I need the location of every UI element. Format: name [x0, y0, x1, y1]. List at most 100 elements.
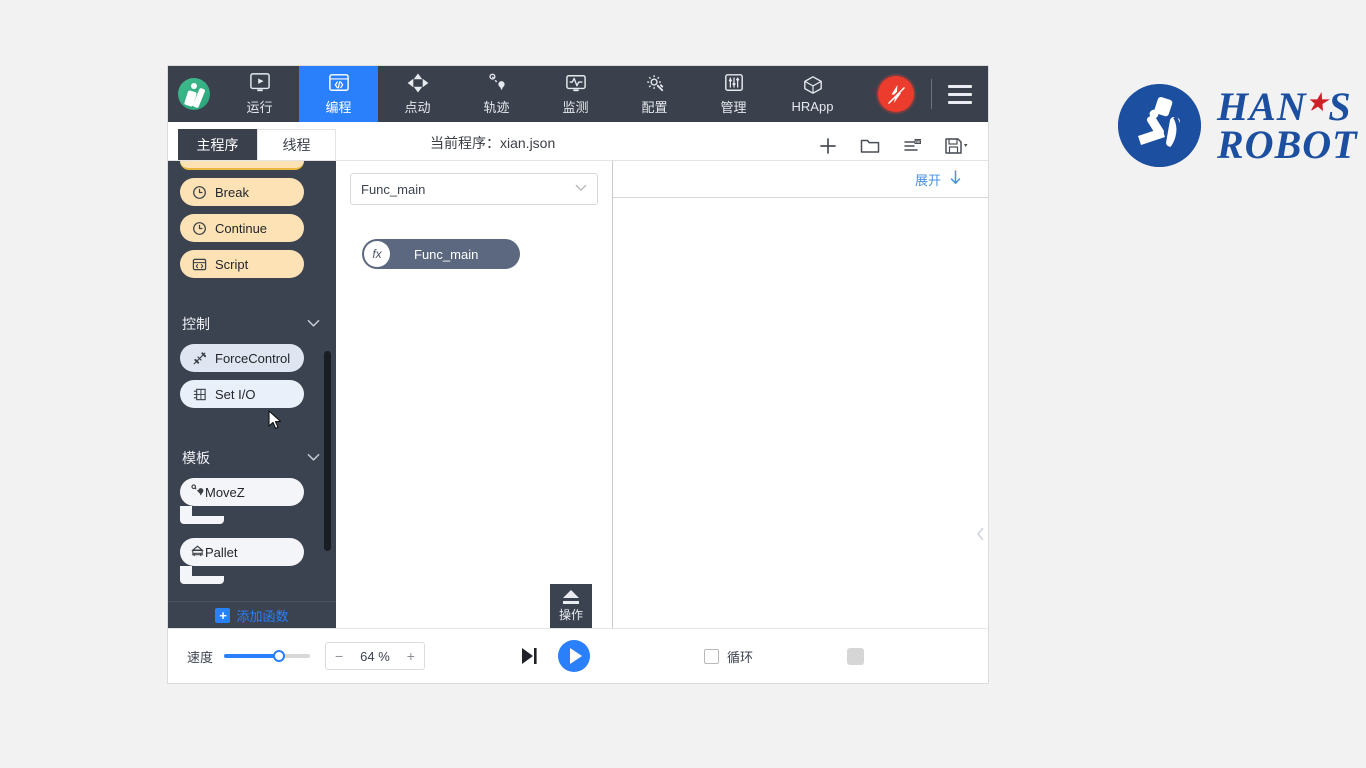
hans-robot-logo: HAN★S ROBOT: [1118, 84, 1358, 167]
palette-block-script[interactable]: Script: [180, 250, 304, 278]
jog-icon: [407, 72, 429, 94]
palette-block-break-label: Break: [215, 184, 249, 200]
block-palette: Break Continue Script 控制 ForceControl Se…: [168, 161, 336, 628]
nav-item-program-label: 编程: [325, 100, 352, 115]
nav-item-config[interactable]: 配置: [615, 66, 694, 122]
palette-scrollbar[interactable]: [324, 351, 331, 551]
palette-block-forcecontrol-label: ForceControl: [215, 350, 291, 366]
step-forward-button[interactable]: [518, 645, 540, 667]
save-button[interactable]: [944, 137, 970, 155]
nav-item-run-label: 运行: [246, 100, 273, 115]
program-canvas: Func_main fx Func_main 操作: [336, 161, 613, 628]
speed-stepper: − 64 % +: [325, 642, 425, 670]
nav-item-jog[interactable]: 点动: [378, 66, 457, 122]
chevron-down-icon: [307, 451, 320, 465]
palette-block-set-io-label: Set I/O: [215, 386, 256, 402]
emergency-stop-button[interactable]: [861, 66, 931, 122]
current-program-title: 当前程序：xian.json: [430, 135, 556, 151]
playback-control-bar: 速度 − 64 % + 循环: [168, 628, 988, 683]
clock-icon: [190, 183, 208, 201]
palette-block-pallet-head: Pallet: [180, 538, 304, 566]
palette-block-movez[interactable]: MoveZ: [180, 478, 304, 524]
fx-badge-icon: fx: [364, 241, 390, 267]
nav-item-run[interactable]: 运行: [220, 66, 299, 122]
robot-logo-icon: [178, 78, 210, 110]
nav-item-program[interactable]: 编程: [299, 66, 378, 122]
nav-item-hrapp-label: HRApp: [791, 99, 834, 114]
speed-slider-knob[interactable]: [273, 650, 285, 662]
hans-robot-line2: ROBOT: [1217, 121, 1358, 167]
hans-robot-line1: HAN★S: [1217, 86, 1358, 126]
svg-text:var: var: [915, 139, 921, 144]
plus-square-icon: +: [215, 607, 231, 623]
palette-block-movez-tail: [180, 516, 224, 524]
palette-block-movez-head: MoveZ: [180, 478, 304, 506]
move-waypoint-icon: [190, 483, 205, 501]
top-navigation-bar: 运行 编程 点动 轨迹 监测 配置 管理 HRApp: [168, 66, 988, 122]
program-icon: [328, 72, 350, 94]
program-tabs: 主程序 线程: [178, 122, 336, 160]
add-function-label: 添加函数: [236, 608, 289, 624]
speed-increase-button[interactable]: +: [407, 648, 415, 664]
canvas-block-func-main[interactable]: fx Func_main: [362, 239, 520, 269]
nav-item-monitor[interactable]: 监测: [536, 66, 615, 122]
add-function-button[interactable]: + 添加函数: [168, 601, 336, 628]
palette-section-template[interactable]: 模板: [168, 434, 336, 478]
tab-thread[interactable]: 线程: [257, 129, 336, 160]
detail-panel: 展开: [613, 161, 988, 628]
play-button[interactable]: [558, 640, 590, 672]
program-toolbar: 主程序 线程 当前程序：xian.json var: [168, 122, 988, 161]
robot-logo: [168, 66, 220, 122]
speed-decrease-button[interactable]: −: [335, 648, 343, 664]
trajectory-icon: [486, 72, 508, 94]
palette-block-pallet[interactable]: Pallet: [180, 538, 304, 584]
hamburger-line: [948, 92, 972, 96]
palette-block-continue[interactable]: Continue: [180, 214, 304, 242]
palette-block-forcecontrol[interactable]: ForceControl: [180, 344, 304, 372]
eject-icon: [563, 589, 579, 598]
nav-item-trajectory[interactable]: 轨迹: [457, 66, 536, 122]
toolbar-actions: var: [818, 136, 970, 156]
function-select-value: Func_main: [361, 181, 426, 197]
open-folder-button[interactable]: [860, 137, 880, 155]
detail-panel-header: 展开: [613, 161, 988, 198]
palette-block-pallet-tail: [180, 576, 224, 584]
stop-button[interactable]: [847, 647, 864, 665]
nav-item-manage[interactable]: 管理: [694, 66, 773, 122]
palette-block-pallet-stem: [180, 566, 192, 576]
nav-item-config-label: 配置: [641, 100, 668, 115]
operation-tab[interactable]: 操作: [550, 584, 592, 628]
chevron-down-icon: [307, 317, 320, 331]
loop-checkbox-box[interactable]: [704, 648, 719, 664]
block-palette-scroll-area: Break Continue Script 控制 ForceControl Se…: [168, 161, 336, 602]
palette-block-script-label: Script: [215, 256, 249, 272]
add-program-button[interactable]: [818, 136, 838, 156]
speed-slider[interactable]: [224, 650, 310, 662]
palette-section-control-title: 控制: [182, 316, 210, 332]
nav-item-hrapp[interactable]: HRApp: [773, 66, 852, 122]
tab-main-program[interactable]: 主程序: [178, 129, 257, 160]
speed-slider-fill: [224, 654, 279, 658]
palette-block-break[interactable]: Break: [180, 178, 304, 206]
emergency-stop-icon: [878, 76, 914, 112]
variables-button[interactable]: var: [902, 137, 922, 155]
clock-icon: [190, 219, 208, 237]
loop-checkbox[interactable]: 循环: [704, 647, 753, 666]
hamburger-menu-icon[interactable]: [932, 66, 988, 122]
play-icon: [570, 648, 582, 664]
palette-section-template-title: 模板: [182, 450, 210, 466]
function-select-dropdown[interactable]: Func_main: [350, 173, 598, 205]
tab-main-program-label: 主程序: [196, 136, 239, 153]
palette-block-set-io[interactable]: Set I/O: [180, 380, 304, 408]
hans-robot-mark: [1118, 84, 1201, 167]
expand-button[interactable]: 展开: [915, 170, 941, 189]
palette-block-partial[interactable]: [180, 161, 304, 170]
palette-section-control[interactable]: 控制: [168, 300, 336, 344]
io-icon: [190, 385, 208, 403]
operation-tab-label: 操作: [558, 607, 583, 622]
canvas-block-func-main-label: Func_main: [414, 246, 479, 262]
arrow-down-icon[interactable]: [949, 170, 962, 188]
palette-block-movez-label: MoveZ: [205, 484, 245, 500]
chevron-down-icon: [575, 183, 587, 195]
